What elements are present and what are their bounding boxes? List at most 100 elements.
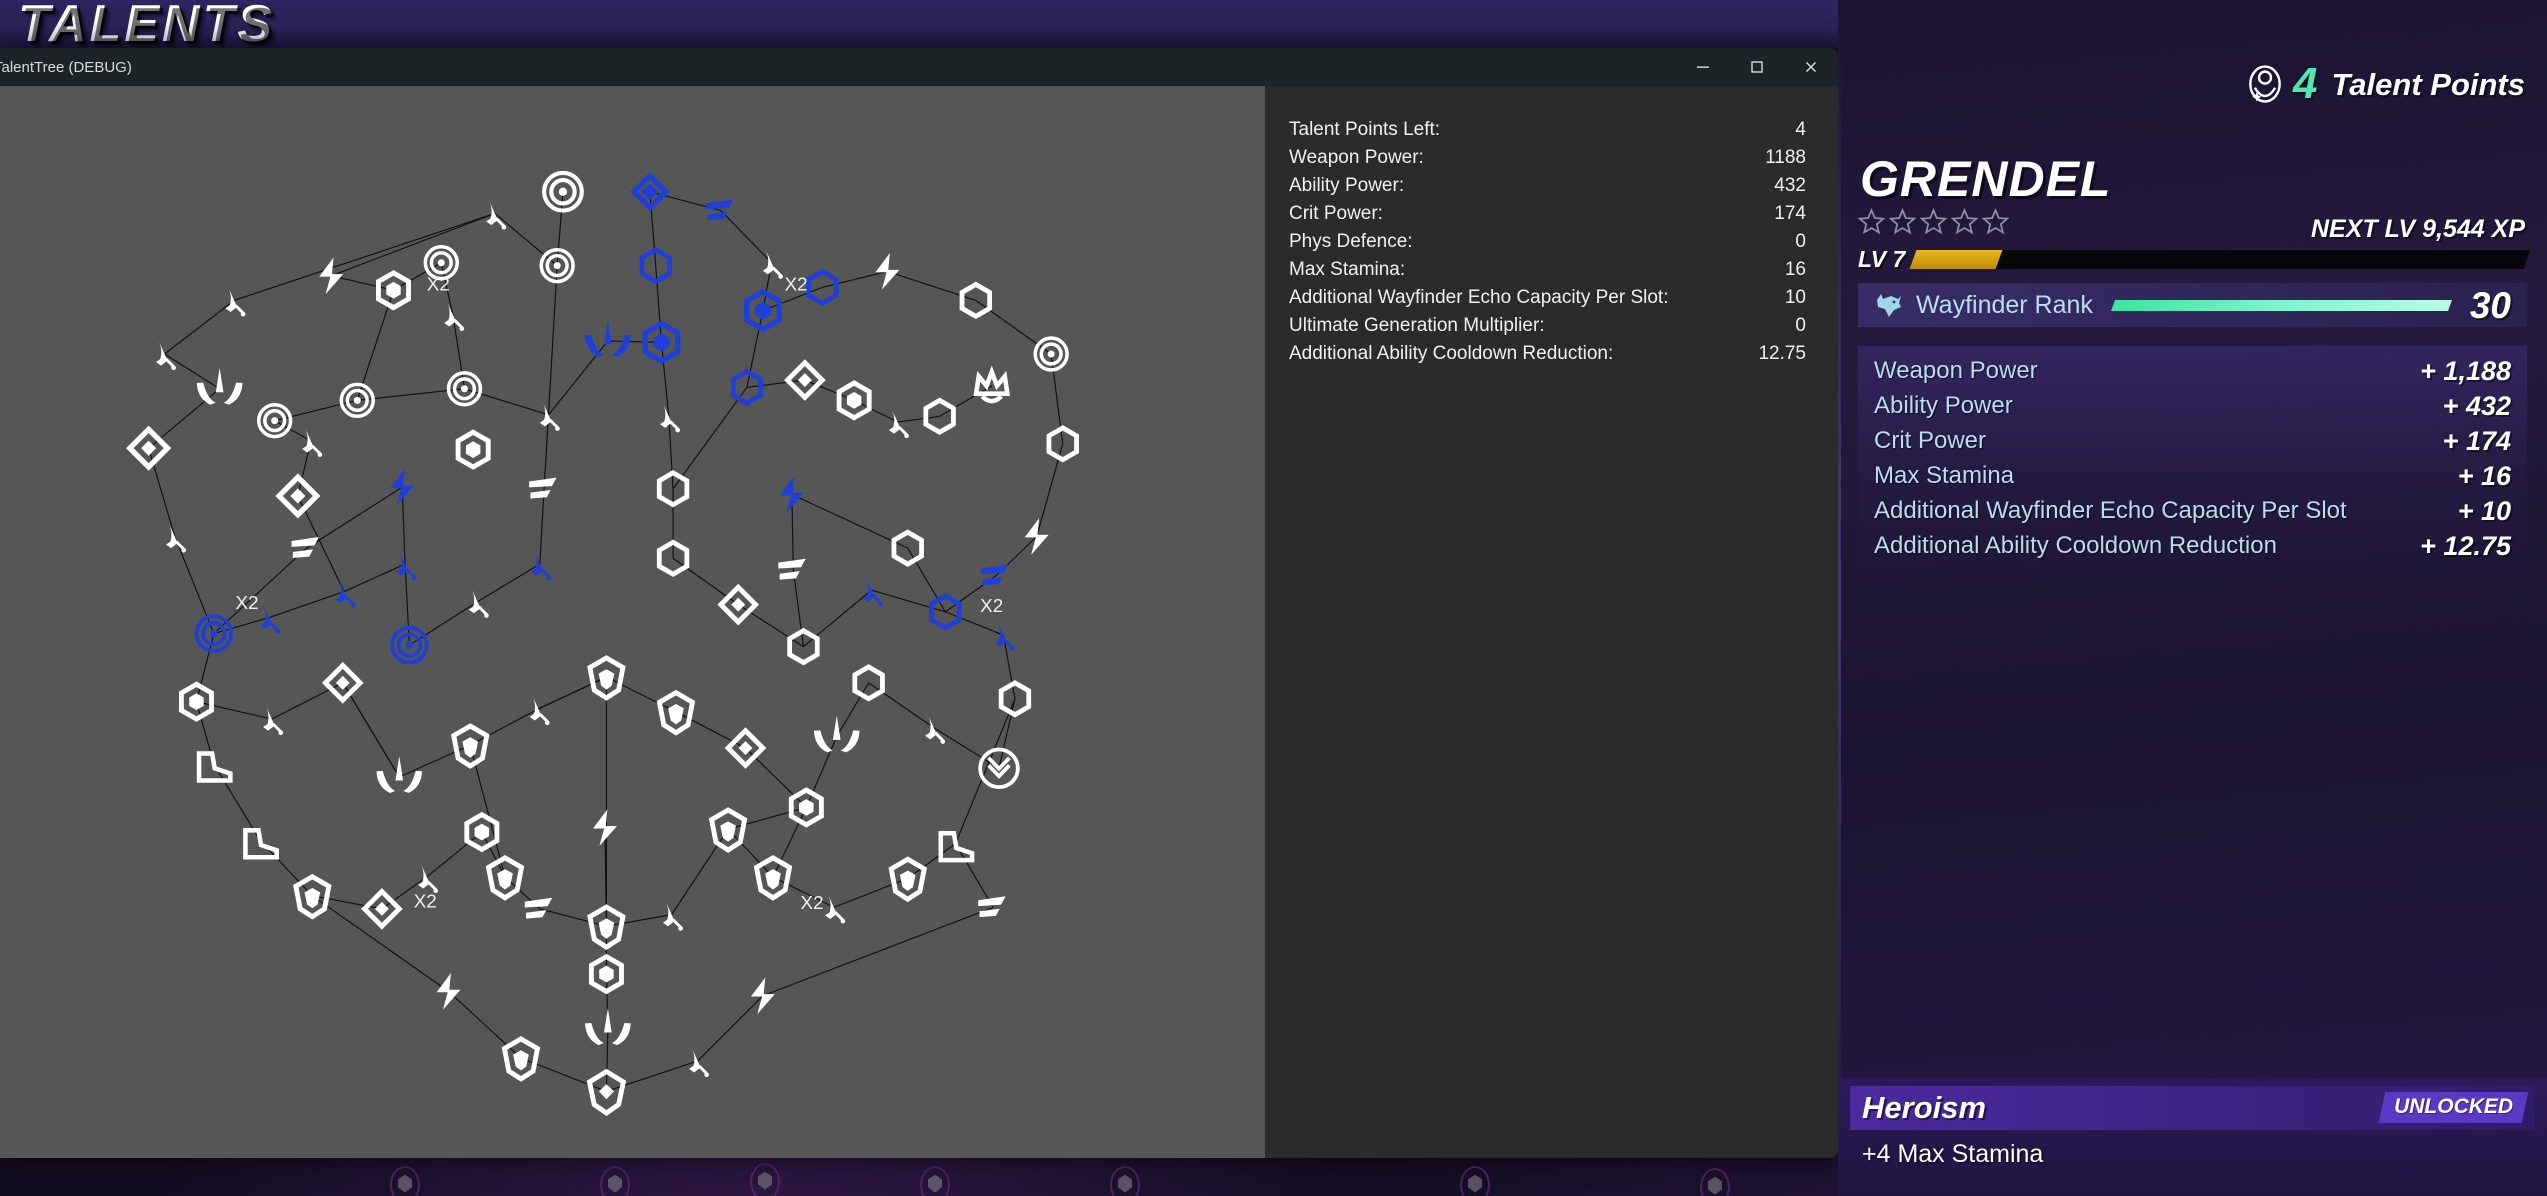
talent-node-diamond[interactable] xyxy=(130,429,168,467)
talent-node-trident[interactable] xyxy=(585,320,631,357)
close-button[interactable] xyxy=(1784,48,1838,86)
star-empty-icon xyxy=(1858,208,1885,235)
talent-node-sword[interactable] xyxy=(995,621,1015,652)
wayfinder-rank-label: Wayfinder Rank xyxy=(1916,291,2093,320)
perk-card[interactable]: Heroism UNLOCKED +4 Max Stamina xyxy=(1838,1078,2547,1196)
talent-node-circle-target[interactable] xyxy=(544,173,582,211)
talent-node-diamond[interactable] xyxy=(788,363,823,398)
talent-node-trident[interactable] xyxy=(814,716,860,753)
talent-node-bars[interactable] xyxy=(978,896,1005,917)
talent-node-lightning[interactable] xyxy=(319,257,343,294)
talent-node-sword[interactable] xyxy=(763,248,783,279)
talent-node-shield[interactable] xyxy=(504,1039,537,1079)
talent-node-trident[interactable] xyxy=(197,368,243,405)
talent-node-sword[interactable] xyxy=(469,587,489,618)
talent-node-sword[interactable] xyxy=(889,408,909,439)
talent-node-circle-target[interactable] xyxy=(392,628,427,663)
talent-node-lightning[interactable] xyxy=(751,977,775,1014)
talent-tree-canvas[interactable]: X2X2X2X2X2X2 xyxy=(0,86,1265,1158)
talent-node-sword[interactable] xyxy=(531,550,551,581)
talent-node-circle-target[interactable] xyxy=(259,405,291,437)
talent-node-shield[interactable] xyxy=(712,810,745,850)
talent-node-sword[interactable] xyxy=(418,862,438,893)
talent-node-diamond[interactable] xyxy=(721,587,756,622)
talent-node-sword[interactable] xyxy=(660,402,680,433)
talent-node-bars[interactable] xyxy=(981,565,1008,586)
talent-node-sword[interactable] xyxy=(825,893,845,924)
talent-edge xyxy=(344,564,405,592)
maximize-button[interactable] xyxy=(1730,48,1784,86)
talent-points-label: Talent Points xyxy=(2332,69,2525,100)
perk-title: Heroism xyxy=(1862,1090,1986,1126)
debug-stat-row: Phys Defence:0 xyxy=(1289,228,1806,256)
talent-node-diamond[interactable] xyxy=(365,891,400,926)
talent-edge xyxy=(269,592,344,618)
talent-node-sword[interactable] xyxy=(689,1046,709,1077)
debug-stat-row: Ability Power:432 xyxy=(1289,172,1806,200)
talent-node-hex-filled[interactable] xyxy=(791,790,821,825)
background-talent-node xyxy=(750,1163,780,1196)
star-empty-icon xyxy=(1920,208,1947,235)
talent-node-hex-filled[interactable] xyxy=(458,432,488,467)
talent-node-diamond[interactable] xyxy=(325,665,360,700)
talent-tree-debug-window[interactable]: TalentTree (DEBUG) xyxy=(0,48,1838,1158)
talent-node-trident[interactable] xyxy=(376,756,422,793)
talent-node-diamond-arrow[interactable] xyxy=(634,176,666,208)
talent-edge xyxy=(698,996,763,1061)
talent-node-bars[interactable] xyxy=(778,559,805,580)
talent-node-circle-target[interactable] xyxy=(541,250,573,282)
background-talent-node xyxy=(1460,1166,1490,1196)
talent-tree-graph[interactable]: X2X2X2X2X2X2 xyxy=(0,86,1265,1158)
debug-stat-label: Additional Wayfinder Echo Capacity Per S… xyxy=(1289,284,1668,312)
talent-node-hex-filled[interactable] xyxy=(839,383,869,418)
debug-stat-value: 0 xyxy=(1795,228,1806,256)
talent-node-sword[interactable] xyxy=(260,603,280,634)
talent-node-bars[interactable] xyxy=(529,478,556,499)
talent-node-shield[interactable] xyxy=(757,858,790,898)
hud-stat-name: Max Stamina xyxy=(1874,463,2014,489)
talent-node-sword[interactable] xyxy=(166,522,186,553)
talent-node-sword[interactable] xyxy=(530,694,550,725)
debug-stat-row: Max Stamina:16 xyxy=(1289,256,1806,284)
hud-stat-row: Additional Ability Cooldown Reduction+ 1… xyxy=(1874,529,2511,564)
talent-node-lightning[interactable] xyxy=(1025,518,1049,555)
talent-points-count: 4 xyxy=(2293,62,2317,106)
minimize-button[interactable] xyxy=(1676,48,1730,86)
hud-stat-amount: + 432 xyxy=(2443,391,2511,422)
talent-multiplier-label: X2 xyxy=(785,273,808,294)
talent-node-boot[interactable] xyxy=(941,833,972,860)
talent-node-sword[interactable] xyxy=(302,426,322,457)
talent-node-circle-target[interactable] xyxy=(449,373,481,405)
talent-node-sword[interactable] xyxy=(225,286,245,317)
background-node-icon xyxy=(1708,1177,1722,1195)
hero-name: GRENDEL xyxy=(1860,150,2111,208)
talent-node-hex-filled[interactable] xyxy=(467,815,497,850)
talent-node-diamond[interactable] xyxy=(279,477,317,515)
talent-node-shield[interactable] xyxy=(891,859,924,899)
talent-node-hex-filled[interactable] xyxy=(378,273,408,308)
talent-node-circle-target[interactable] xyxy=(1035,338,1067,370)
hud-stat-row: Max Stamina+ 16 xyxy=(1874,459,2511,494)
level-progress: LV 7 xyxy=(1858,245,2527,273)
talent-node-lightning[interactable] xyxy=(876,253,900,290)
talent-node-bars[interactable] xyxy=(292,537,319,558)
talent-node-sword[interactable] xyxy=(263,705,283,736)
talent-node-circle-target[interactable] xyxy=(196,616,231,651)
talent-edge xyxy=(606,677,676,712)
window-titlebar[interactable]: TalentTree (DEBUG) xyxy=(0,48,1838,86)
talent-node-hex-filled[interactable] xyxy=(747,292,780,330)
talent-edge xyxy=(763,907,993,995)
background-talent-node xyxy=(1700,1168,1730,1196)
talent-node-sword[interactable] xyxy=(336,577,356,608)
talent-node-shield[interactable] xyxy=(296,877,329,917)
talent-multiplier-label: X2 xyxy=(801,892,824,913)
talent-node-circle-target[interactable] xyxy=(341,384,373,416)
talent-node-shield[interactable] xyxy=(454,726,487,766)
talent-node-hex-filled[interactable] xyxy=(181,684,211,719)
talent-node-shield[interactable] xyxy=(489,858,522,898)
talent-nodes[interactable] xyxy=(130,173,1077,1113)
talent-node-shield[interactable] xyxy=(659,693,692,733)
talent-node-sword[interactable] xyxy=(396,550,416,581)
talent-node-lightning[interactable] xyxy=(437,973,461,1010)
talent-node-boot[interactable] xyxy=(199,754,230,781)
